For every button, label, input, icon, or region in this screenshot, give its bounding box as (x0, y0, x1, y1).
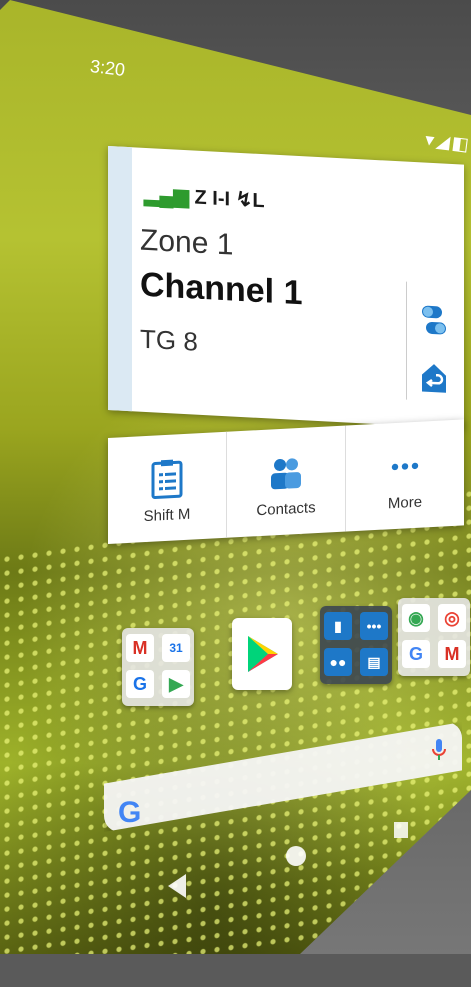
radio-mode-icons: Z I-I ↯L (194, 186, 265, 213)
contacts-shortcut[interactable]: Contacts (226, 425, 345, 538)
microphone-icon[interactable] (432, 738, 446, 762)
clipboard-list-icon (151, 459, 183, 500)
signal-strength-icon: ▂▄▆ (144, 183, 189, 209)
play-store-icon (248, 636, 278, 672)
shortcut-label: Contacts (256, 499, 316, 520)
chrome-icon: ◎ (438, 604, 466, 632)
google-icon: G (402, 640, 430, 668)
status-bar-time: 3:20 (88, 55, 127, 81)
talkgroup-label[interactable]: TG 8 (140, 324, 198, 358)
gmail-icon: M (438, 640, 466, 668)
nav-back-button[interactable] (168, 874, 186, 898)
messages-icon: ▤ (360, 648, 388, 676)
google-icon: G (126, 670, 154, 698)
shortcut-label: More (387, 493, 423, 513)
maps-icon: ◉ (402, 604, 430, 632)
nav-home-button[interactable] (286, 846, 306, 866)
more-icon: ••• (360, 612, 388, 640)
contacts-icon (271, 458, 301, 490)
radio-widget[interactable]: ▂▄▆ Z I-I ↯L Zone 1 Channel 1 TG 8 (108, 146, 464, 429)
radio-icon: ▮ (324, 612, 352, 640)
radio-apps-folder[interactable]: ▮ ••• ●● ▤ (320, 606, 392, 684)
shortcut-bar: Shift M Contacts More (108, 419, 464, 544)
play-store-app[interactable] (232, 618, 292, 690)
channel-label[interactable]: Channel 1 (140, 266, 302, 314)
google-apps-folder-2[interactable]: ◉ ◎ G M (398, 598, 470, 676)
gmail-icon: M (126, 634, 154, 662)
more-shortcut[interactable]: More (345, 419, 464, 532)
widget-stripe (108, 146, 132, 412)
contacts-icon: ●● (324, 648, 352, 676)
play-icon: ▶ (162, 670, 190, 698)
google-logo-icon[interactable]: G (118, 796, 141, 830)
home-return-icon[interactable] (420, 360, 448, 395)
radio-status-icons: ▂▄▆ Z I-I ↯L (144, 182, 265, 213)
widget-divider (406, 281, 407, 400)
nav-recents-button[interactable] (394, 822, 408, 838)
zone-label[interactable]: Zone 1 (140, 224, 233, 263)
shift-m-shortcut[interactable]: Shift M (108, 432, 226, 544)
toggle-switch-icon[interactable] (420, 302, 448, 337)
more-horizontal-icon (391, 462, 419, 471)
calendar-icon: 31 (162, 634, 190, 662)
shortcut-label: Shift M (143, 505, 191, 526)
google-apps-folder[interactable]: M 31 G ▶ (122, 628, 194, 706)
